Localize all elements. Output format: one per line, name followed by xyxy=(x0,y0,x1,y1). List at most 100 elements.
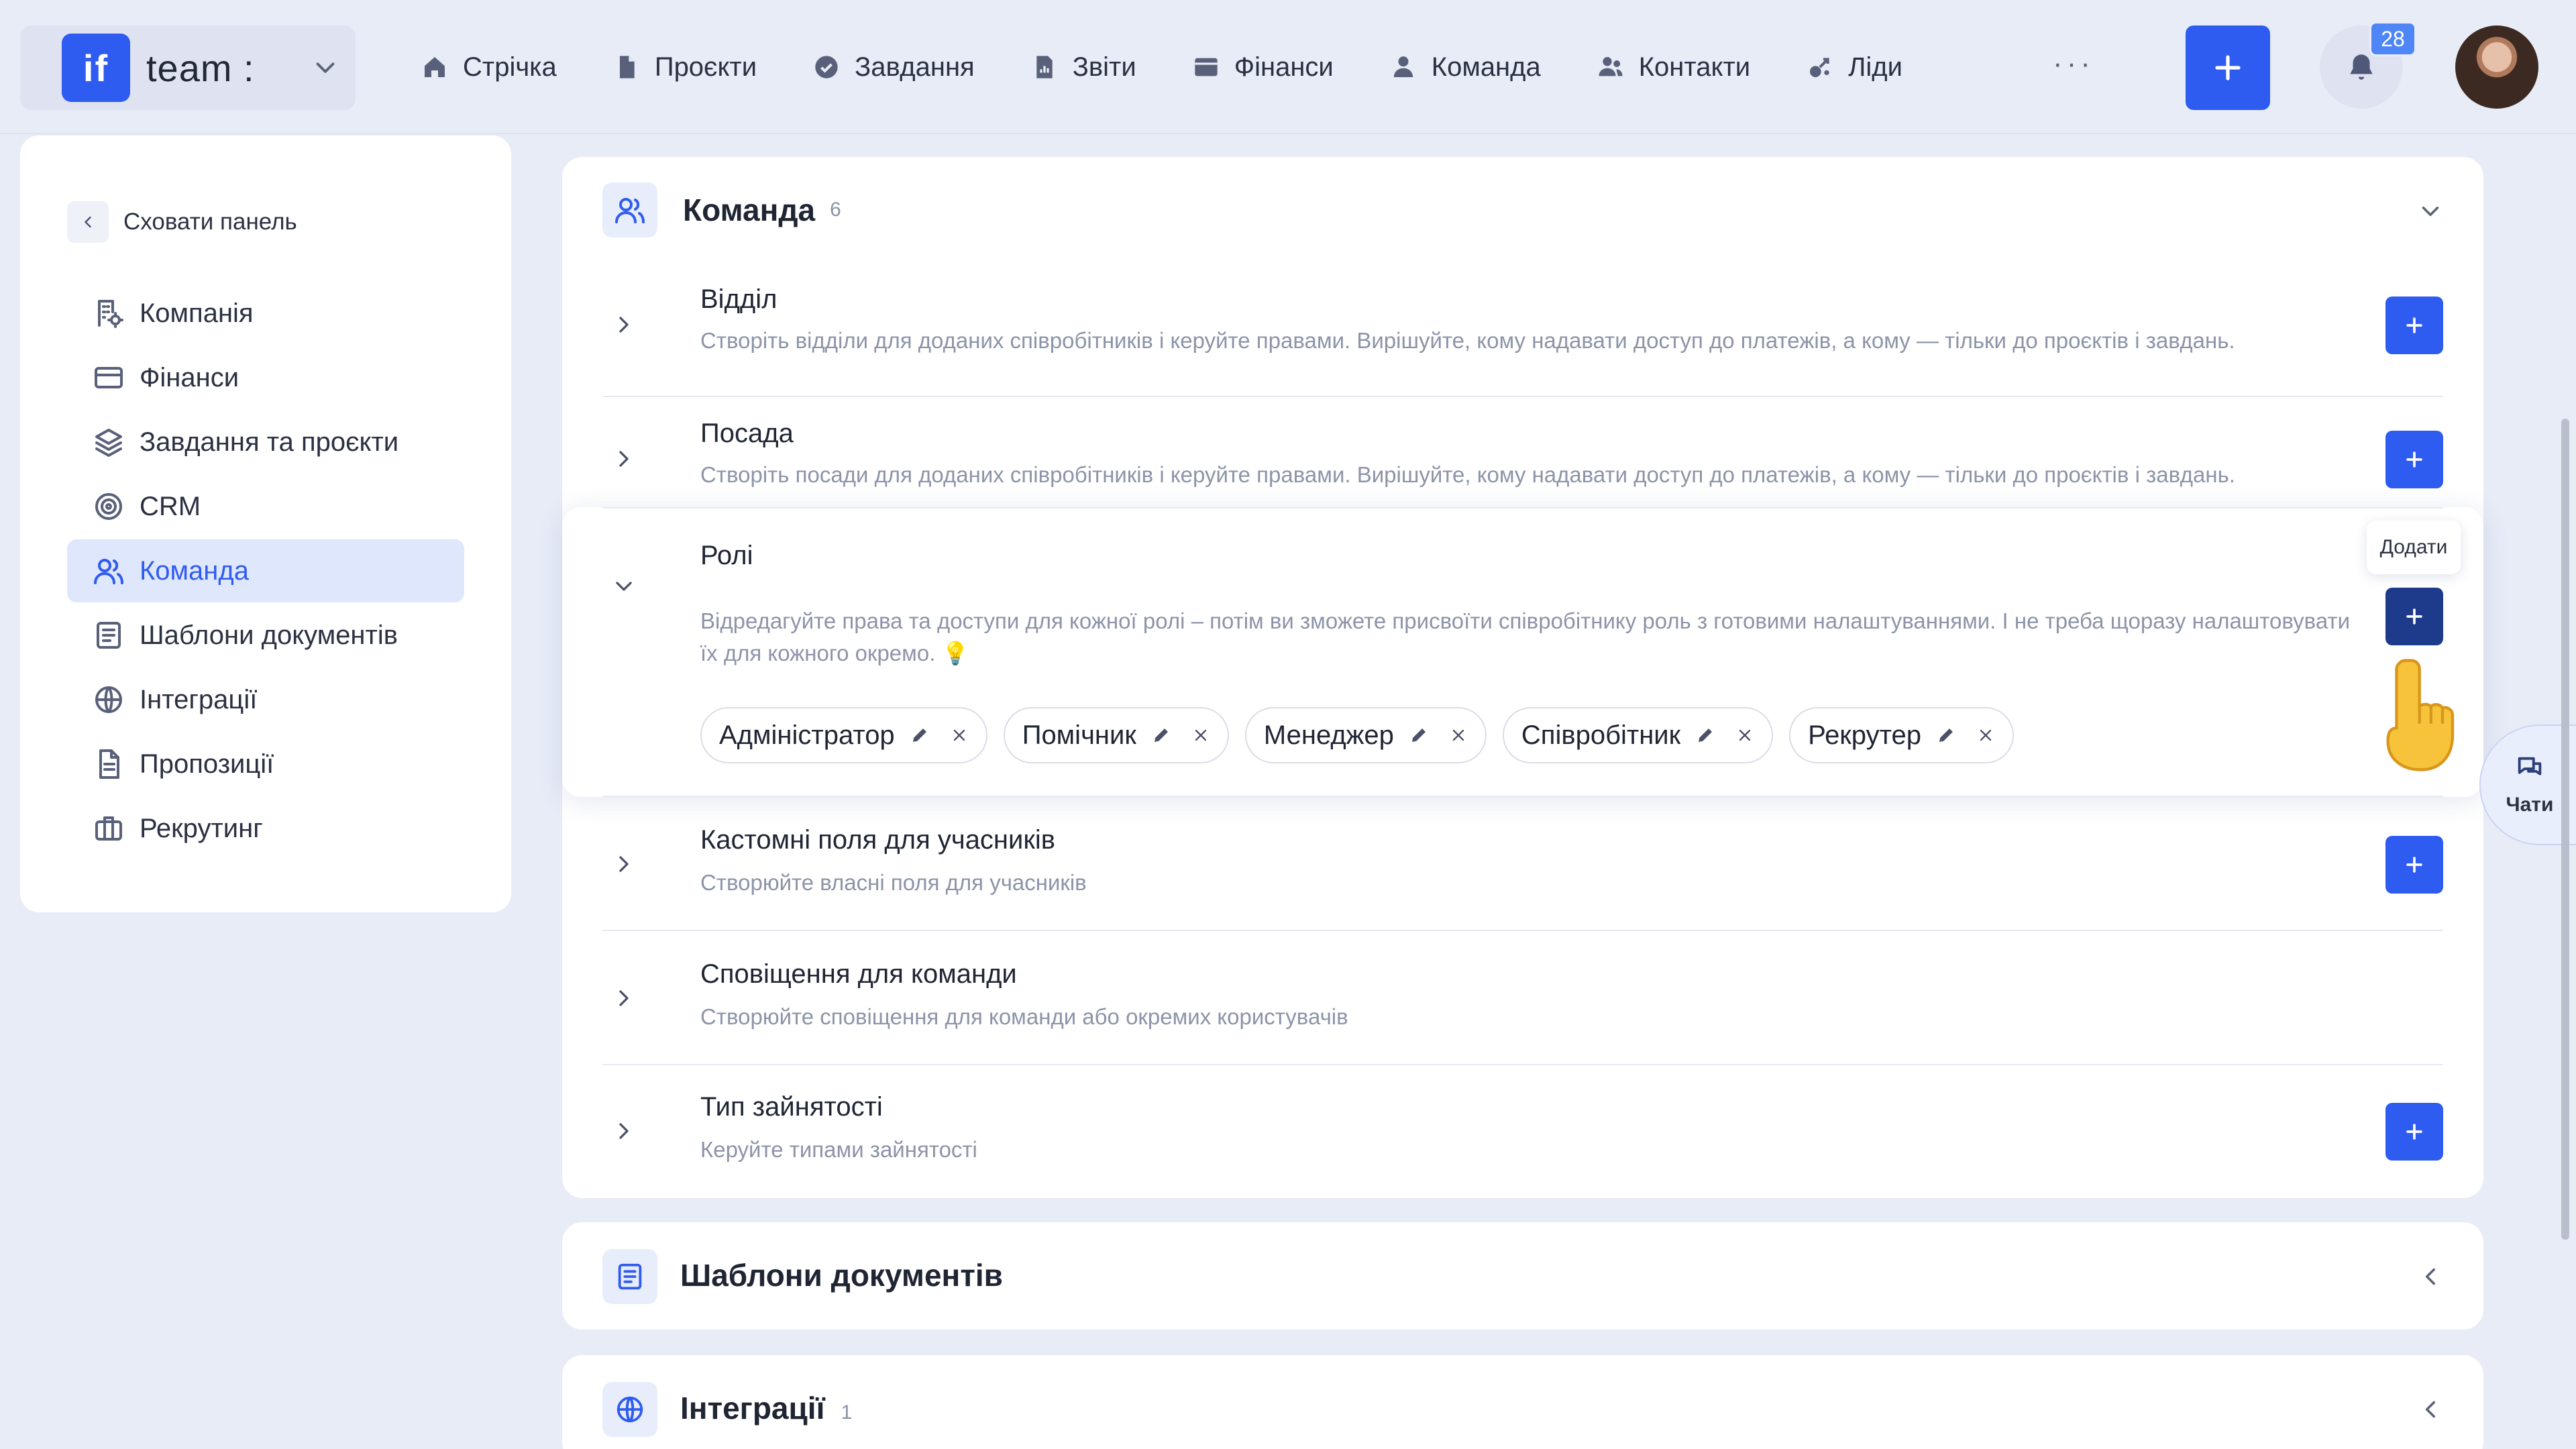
page-scrollbar[interactable] xyxy=(2561,419,2569,1240)
add-custom-field-button[interactable] xyxy=(2385,836,2443,894)
nav-label: Звіти xyxy=(1072,52,1136,82)
sidebar-item-integrations[interactable]: Інтеграції xyxy=(67,668,464,731)
role-chip[interactable]: Адміністратор xyxy=(700,707,987,763)
section-integrations[interactable]: Інтеграції 1 xyxy=(562,1355,2483,1449)
close-icon[interactable] xyxy=(1449,726,1468,745)
plus-icon xyxy=(2215,55,2241,80)
close-icon[interactable] xyxy=(1976,726,1995,745)
nav-item-feed[interactable]: Стрічка xyxy=(421,52,557,83)
pencil-icon[interactable] xyxy=(1409,725,1429,745)
sidebar-item-tasks-projects[interactable]: Завдання та проєкти xyxy=(67,411,464,474)
add-department-button[interactable] xyxy=(2385,297,2443,354)
chevron-right-icon[interactable] xyxy=(610,985,637,1012)
nav-label: Контакти xyxy=(1638,52,1751,82)
add-role-button[interactable] xyxy=(2385,588,2443,645)
integrations-section-icon xyxy=(602,1382,657,1437)
chevron-right-icon[interactable] xyxy=(610,1118,637,1144)
plus-icon xyxy=(2406,857,2422,873)
role-chip[interactable]: Помічник xyxy=(1003,707,1229,763)
nav-item-reports[interactable]: Звіти xyxy=(1031,52,1136,83)
hide-panel-toggle[interactable] xyxy=(67,201,109,243)
chevron-left-icon xyxy=(85,216,91,228)
roles-list: Адміністратор Помічник Менеджер Співробі… xyxy=(700,707,2030,763)
notification-count-badge: 28 xyxy=(2369,21,2416,56)
sidebar-item-finance[interactable]: Фінанси xyxy=(67,346,464,409)
global-add-button[interactable] xyxy=(2186,25,2270,110)
users-icon xyxy=(615,198,645,223)
row-positions: Посада Створіть посади для доданих співр… xyxy=(602,397,2443,507)
add-position-button[interactable] xyxy=(2385,431,2443,488)
home-icon xyxy=(425,57,445,77)
pencil-icon[interactable] xyxy=(1695,725,1715,745)
chevron-down-icon[interactable] xyxy=(2416,197,2445,225)
plus-icon xyxy=(2406,1124,2422,1140)
nav-item-finance[interactable]: Фінанси xyxy=(1193,52,1334,83)
chevron-right-icon[interactable] xyxy=(610,445,637,472)
section-title: Шаблони документів xyxy=(680,1258,1003,1293)
chevron-left-icon[interactable] xyxy=(2416,1263,2445,1291)
users-icon xyxy=(94,559,123,584)
sidebar-item-company[interactable]: Компанія xyxy=(67,282,464,345)
row-description: Відредагуйте права та доступи для кожної… xyxy=(700,608,2351,665)
nav-item-contacts[interactable]: Контакти xyxy=(1597,52,1750,83)
sidebar-item-crm[interactable]: CRM xyxy=(67,475,464,538)
sidebar-item-proposals[interactable]: Пропозиції xyxy=(67,733,464,796)
pencil-icon[interactable] xyxy=(910,725,930,745)
sidebar-item-label: Фінанси xyxy=(140,362,239,392)
sidebar-item-label: Шаблони документів xyxy=(140,620,398,650)
chevron-right-icon[interactable] xyxy=(610,311,637,338)
proposal-icon xyxy=(99,749,119,779)
workspace-switcher[interactable]: if team : xyxy=(20,25,356,110)
chevron-right-icon[interactable] xyxy=(610,851,637,877)
nav-label: Проєкти xyxy=(654,52,757,82)
globe-icon xyxy=(95,686,122,713)
section-title-wrap: Шаблони документів xyxy=(680,1257,1019,1293)
sidebar-item-team[interactable]: Команда xyxy=(67,539,464,602)
close-icon[interactable] xyxy=(950,726,969,745)
role-name: Помічник xyxy=(1022,720,1136,750)
sidebar-item-document-templates[interactable]: Шаблони документів xyxy=(67,604,464,667)
team-card-header[interactable]: Команда 6 xyxy=(602,182,841,237)
nav-item-tasks[interactable]: Завдання xyxy=(813,52,975,83)
close-icon[interactable] xyxy=(1735,726,1754,745)
nav-item-leads[interactable]: Ліди xyxy=(1807,52,1902,83)
nav-label: Стрічка xyxy=(463,52,557,82)
sidebar-item-recruiting[interactable]: Рекрутинг xyxy=(67,797,464,860)
role-name: Адміністратор xyxy=(719,720,895,750)
row-team-notifications: Сповіщення для команди Створюйте сповіще… xyxy=(602,931,2443,1065)
nav-label: Команда xyxy=(1431,52,1541,82)
row-title: Ролі xyxy=(700,541,753,570)
hide-panel-button[interactable]: Сховати панель xyxy=(67,201,297,243)
row-description: Створіть посади для доданих співробітник… xyxy=(700,462,2235,487)
row-custom-fields: Кастомні поля для учасників Створюйте вл… xyxy=(602,797,2443,931)
nav-item-team[interactable]: Команда xyxy=(1390,52,1541,83)
role-chip[interactable]: Рекрутер xyxy=(1789,707,2014,763)
section-title-wrap: Інтеграції 1 xyxy=(680,1390,852,1426)
user-avatar[interactable] xyxy=(2455,25,2538,109)
roles-panel: Ролі Відредагуйте права та доступи для к… xyxy=(562,507,2483,797)
top-bar: if team : Стрічка Проєкти Завдання Звіти… xyxy=(0,0,2576,134)
plus-icon xyxy=(2406,451,2422,468)
nav-more-button[interactable]: ··· xyxy=(2053,47,2094,80)
add-employment-type-button[interactable] xyxy=(2385,1103,2443,1161)
row-description: Створюйте власні поля для учасників xyxy=(700,870,1087,895)
sidebar-item-label: Компанія xyxy=(140,298,254,328)
row-title: Відділ xyxy=(700,284,777,314)
check-circle-icon xyxy=(815,56,838,78)
sidebar-item-label: Рекрутинг xyxy=(140,813,263,843)
pencil-icon[interactable] xyxy=(1936,725,1956,745)
section-document-templates[interactable]: Шаблони документів xyxy=(562,1222,2483,1330)
section-title: Інтеграції xyxy=(680,1391,825,1426)
chevron-left-icon[interactable] xyxy=(2416,1395,2445,1424)
card-icon xyxy=(95,367,123,388)
chevron-down-icon xyxy=(316,62,335,73)
role-chip[interactable]: Менеджер xyxy=(1244,707,1487,763)
row-title: Тип зайнятості xyxy=(700,1092,883,1122)
row-employment-type: Тип зайнятості Керуйте типами зайнятості xyxy=(602,1065,2443,1198)
close-icon[interactable] xyxy=(1191,726,1210,745)
pencil-icon[interactable] xyxy=(1151,725,1171,745)
nav-item-projects[interactable]: Проєкти xyxy=(613,52,757,83)
chat-icon xyxy=(2518,757,2542,775)
chevron-down-icon[interactable] xyxy=(610,573,637,600)
role-chip[interactable]: Співробітник xyxy=(1502,707,1774,763)
